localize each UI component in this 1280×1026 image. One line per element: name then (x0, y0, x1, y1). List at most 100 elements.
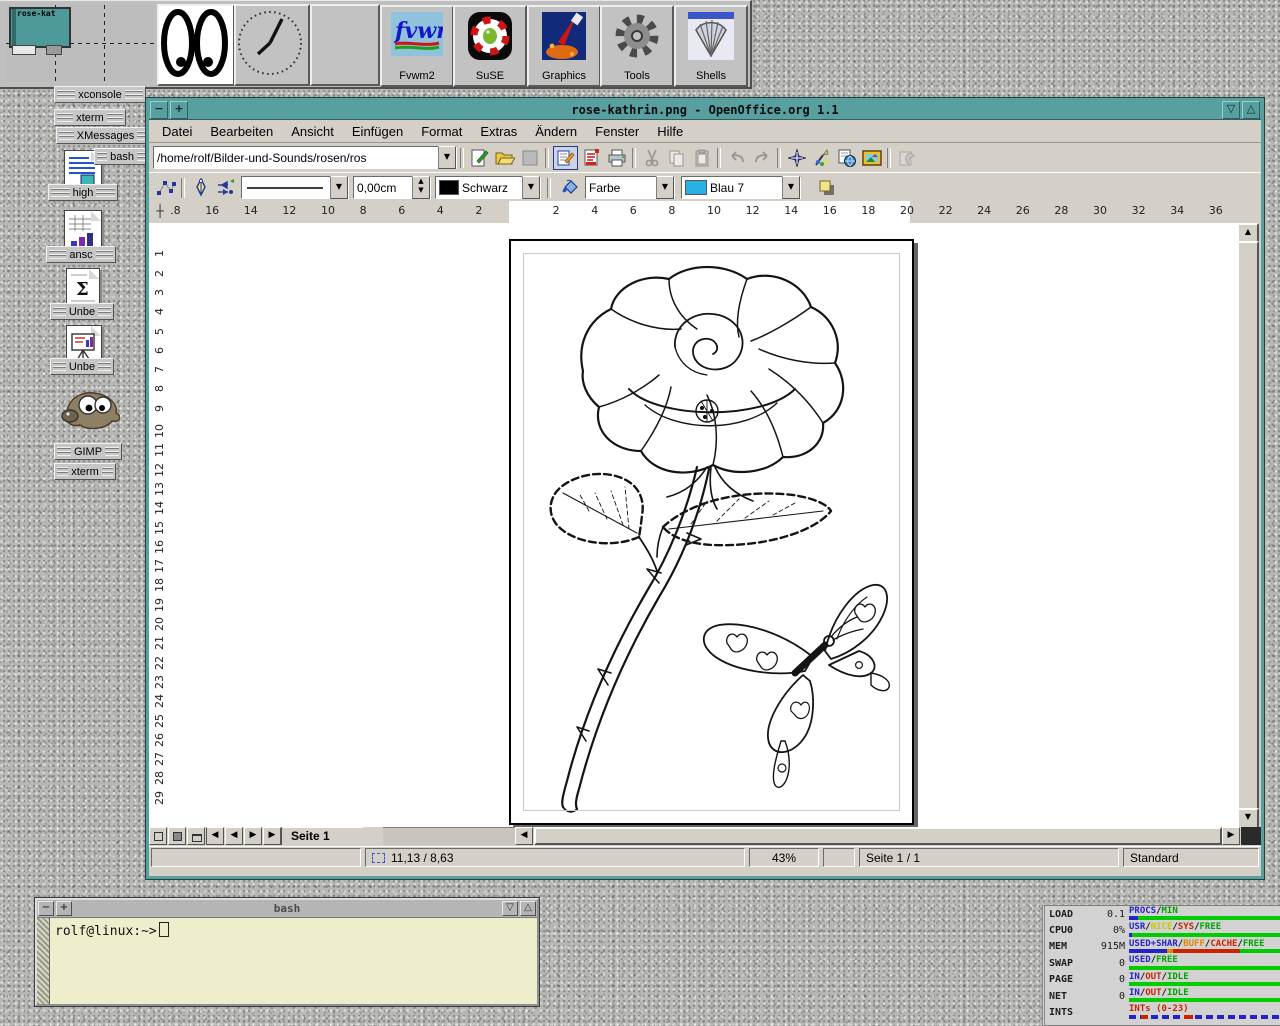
drawing-canvas[interactable] (171, 223, 1237, 827)
pager-mini-window[interactable]: rose-kat (9, 7, 71, 48)
iconify-button[interactable]: ▽ (1222, 101, 1240, 119)
window-menu-button[interactable]: − (150, 101, 168, 119)
page[interactable] (509, 239, 914, 825)
terminal-body[interactable]: rolf@linux:~> (37, 917, 537, 1004)
iconified-xconsole[interactable]: xconsole (54, 86, 146, 103)
fill-type-combobox[interactable]: Farbe ▼ (585, 176, 675, 199)
pager-mini-monitor[interactable] (46, 45, 62, 55)
menu-ndern[interactable]: Ändern (526, 122, 586, 141)
menu-format[interactable]: Format (412, 122, 471, 141)
iconified-xterm[interactable]: xterm (54, 109, 126, 126)
hscroll-right-icon[interactable]: ▶ (1222, 827, 1240, 845)
redo-icon[interactable] (750, 147, 773, 169)
status-style-field[interactable]: Standard (1123, 848, 1259, 867)
url-combobox[interactable]: /home/rolf/Bilder-und-Sounds/rosen/ros ▼ (153, 146, 457, 169)
horizontal-ruler[interactable]: 1816141210864224681012141618202224262830… (171, 201, 1239, 224)
maximize-button[interactable]: △ (520, 901, 536, 916)
vertical-scroll-thumb[interactable] (1237, 241, 1259, 811)
arrow-ends-icon[interactable] (214, 177, 237, 199)
edit-points-icon[interactable] (154, 177, 177, 199)
launcher-shells[interactable]: Shells (674, 5, 748, 87)
vertical-ruler[interactable]: 1234567891011121314151617181920212223242… (149, 223, 172, 827)
menu-datei[interactable]: Datei (153, 122, 201, 141)
gimp-wilber-icon[interactable] (58, 383, 120, 435)
first-page-button[interactable]: ◀ (206, 827, 224, 845)
stylist-icon[interactable] (810, 147, 833, 169)
menu-ansicht[interactable]: Ansicht (282, 122, 343, 141)
desktop-pager[interactable]: rose-kat (6, 5, 154, 81)
print-icon[interactable] (605, 147, 628, 169)
pen-icon[interactable] (189, 177, 212, 199)
gallery-icon[interactable] (835, 147, 858, 169)
iconified-gimp[interactable]: GIMP (54, 443, 122, 460)
launcher-suse[interactable]: SuSE (453, 5, 527, 87)
line-style-combobox[interactable]: ▼ (241, 176, 349, 199)
iconified-unbenannt-2[interactable]: Unbe (50, 358, 114, 375)
shadow-icon[interactable] (815, 177, 838, 199)
vruler-number: 11 (153, 443, 166, 457)
prev-page-button[interactable]: ◀ (225, 827, 243, 845)
title-bar[interactable]: − + rose-kathrin.png - OpenOffice.org 1.… (149, 101, 1261, 120)
spinner-arrows[interactable]: ▲▼ (412, 176, 430, 199)
open-icon[interactable] (493, 147, 516, 169)
iconify-button[interactable]: ▽ (502, 901, 518, 916)
vruler-number: 3 (153, 289, 166, 296)
window-sticky-button[interactable]: + (170, 101, 188, 119)
iconified-ansc[interactable]: ansc (46, 246, 116, 263)
line-color-combobox[interactable]: Schwarz ▼ (435, 176, 541, 199)
save-icon[interactable] (518, 147, 541, 169)
chevron-down-icon[interactable]: ▼ (522, 176, 540, 199)
undo-icon[interactable] (725, 147, 748, 169)
iconified-unbenannt-1[interactable]: Unbe (50, 303, 114, 320)
menu-fenster[interactable]: Fenster (586, 122, 648, 141)
navigator-icon[interactable] (785, 147, 808, 169)
launcher-graphics[interactable]: Graphics (527, 5, 601, 87)
iconified-xterm-2[interactable]: xterm (54, 463, 116, 480)
chevron-down-icon[interactable]: ▼ (656, 176, 674, 199)
line-width-spinner[interactable]: 0,00cm ▲▼ (353, 176, 431, 199)
export-pdf-icon[interactable] (580, 147, 603, 169)
edit-file-icon[interactable] (553, 146, 578, 170)
menu-bearbeiten[interactable]: Bearbeiten (201, 122, 282, 141)
window-sticky-button[interactable]: + (56, 901, 72, 916)
view-mode-3-button[interactable] (187, 827, 205, 845)
view-mode-2-button[interactable] (168, 827, 186, 845)
vruler-number: 17 (153, 559, 166, 573)
paste-icon[interactable] (690, 147, 713, 169)
window-menu-button[interactable]: − (38, 901, 54, 916)
picture-frame-icon[interactable] (860, 147, 883, 169)
menu-extras[interactable]: Extras (471, 122, 526, 141)
hscroll-left-icon[interactable]: ◀ (515, 827, 533, 845)
xeyes-applet[interactable] (157, 4, 235, 86)
tab-seite-1[interactable]: Seite 1 (283, 827, 383, 845)
maximize-button[interactable]: △ (1242, 101, 1260, 119)
chevron-down-icon[interactable]: ▼ (438, 146, 456, 169)
iconified-bash[interactable]: bash (94, 148, 150, 165)
scroll-down-icon[interactable]: ▼ (1237, 808, 1259, 829)
clock-applet[interactable] (234, 4, 310, 86)
fill-color-combobox[interactable]: Blau 7 ▼ (681, 176, 801, 199)
view-mode-1-button[interactable] (149, 827, 167, 845)
last-page-button[interactable]: ▶ (263, 827, 282, 845)
fill-can-icon[interactable] (558, 177, 581, 199)
next-page-button[interactable]: ▶ (244, 827, 262, 845)
terminal-scrollbar[interactable] (37, 918, 50, 1004)
copy-icon[interactable] (665, 147, 688, 169)
new-document-icon[interactable] (468, 147, 491, 169)
menu-hilfe[interactable]: Hilfe (648, 122, 692, 141)
horizontal-scroll-thumb[interactable] (534, 827, 1222, 845)
datasource-icon[interactable] (895, 147, 918, 169)
terminal-title-bar[interactable]: − + bash ▽ △ (37, 900, 537, 916)
cut-icon[interactable] (640, 147, 663, 169)
iconified-high[interactable]: high (48, 184, 118, 201)
chevron-down-icon[interactable]: ▼ (330, 176, 348, 199)
menu-einfgen[interactable]: Einfügen (343, 122, 412, 141)
chevron-down-icon[interactable]: ▼ (782, 176, 800, 199)
pager-mini-terminal[interactable] (12, 45, 36, 55)
launcher-tools[interactable]: Tools (600, 5, 674, 87)
iconified-xmessages[interactable]: XMessages (56, 127, 155, 144)
status-zoom-field[interactable]: 43% (749, 848, 819, 867)
vertical-scrollbar[interactable]: ▲ ▼ (1237, 223, 1255, 827)
empty-button-slot[interactable] (310, 4, 380, 86)
launcher-fvwm2[interactable]: fvwm Fvwm2 (380, 5, 454, 87)
